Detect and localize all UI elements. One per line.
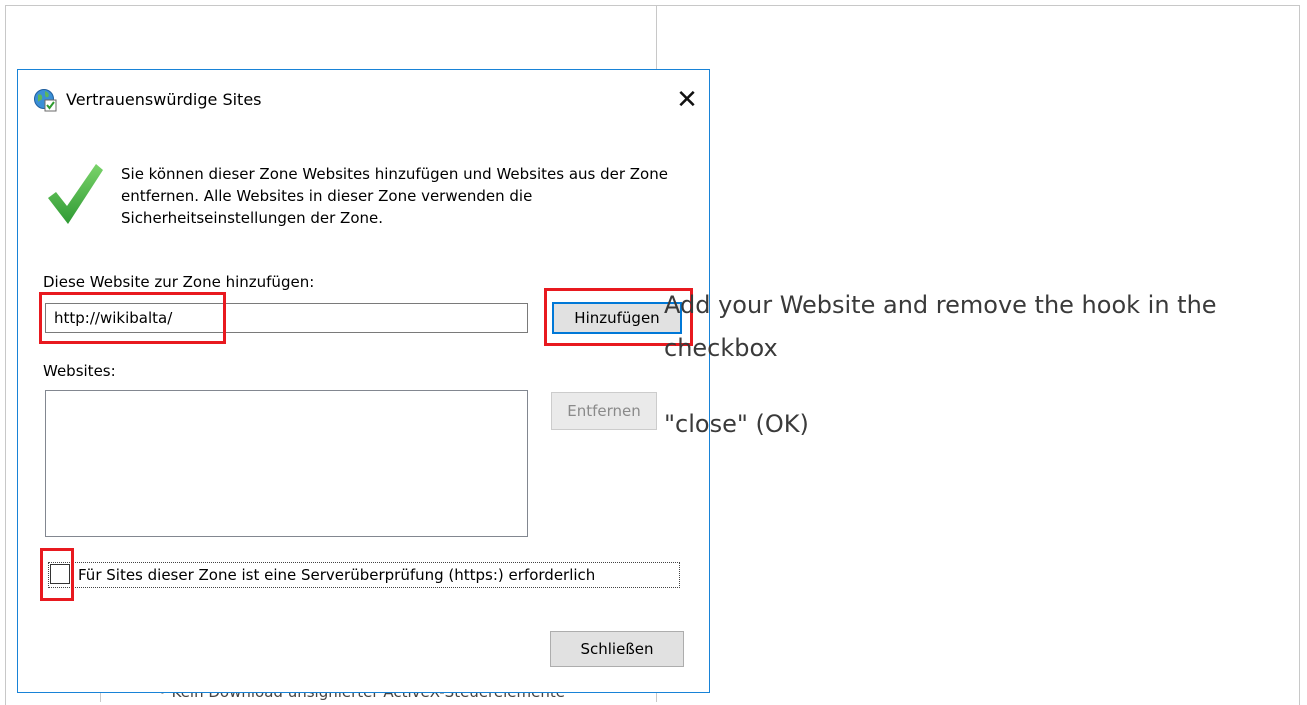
website-url-input[interactable] bbox=[45, 303, 528, 333]
close-button[interactable]: Schließen bbox=[550, 631, 684, 667]
trusted-sites-dialog: Vertrauenswürdige Sites ✕ Sie können die… bbox=[17, 69, 710, 693]
add-website-label: Diese Website zur Zone hinzufügen: bbox=[43, 273, 315, 291]
https-required-checkbox[interactable] bbox=[50, 564, 70, 584]
background-text-fragment: • Kein Download unsignierter ActiveX-Ste… bbox=[158, 692, 565, 701]
globe-trusted-sites-icon bbox=[33, 88, 57, 112]
add-button[interactable]: Hinzufügen bbox=[552, 302, 682, 334]
background-divider bbox=[100, 692, 101, 702]
instruction-step-close: "close" (OK) bbox=[664, 410, 809, 438]
checkmark-icon bbox=[46, 162, 104, 226]
websites-label: Websites: bbox=[43, 362, 116, 380]
websites-list[interactable] bbox=[45, 390, 528, 537]
instructions-panel: Add your Website and remove the hook in … bbox=[664, 284, 1264, 446]
title-bar[interactable]: Vertrauenswürdige Sites ✕ bbox=[18, 70, 709, 132]
https-required-label[interactable]: Für Sites dieser Zone ist eine Serverübe… bbox=[78, 566, 595, 584]
remove-button: Entfernen bbox=[551, 392, 657, 430]
info-text: Sie können dieser Zone Websites hinzufüg… bbox=[121, 165, 668, 227]
close-icon[interactable]: ✕ bbox=[665, 78, 709, 122]
instruction-step-add: Add your Website and remove the hook in … bbox=[664, 291, 1217, 362]
dialog-title: Vertrauenswürdige Sites bbox=[66, 90, 262, 109]
